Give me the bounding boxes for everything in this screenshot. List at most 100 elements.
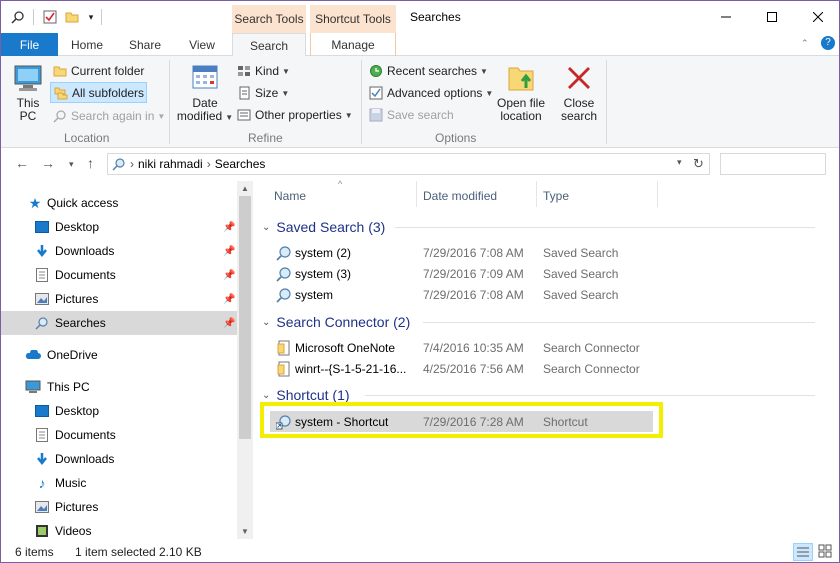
nav-searches[interactable]: Searches 📌 bbox=[1, 311, 237, 335]
nav-documents[interactable]: Documents 📌 bbox=[1, 263, 237, 287]
desktop-icon bbox=[34, 403, 50, 419]
help-icon[interactable]: ? bbox=[821, 36, 835, 50]
details-view-button[interactable] bbox=[793, 543, 813, 561]
column-type[interactable]: Type bbox=[543, 189, 569, 203]
nav-downloads[interactable]: Downloads 📌 bbox=[1, 239, 237, 263]
size-button[interactable]: Size ▼ bbox=[237, 83, 289, 103]
tab-share[interactable]: Share bbox=[119, 33, 171, 56]
new-folder-icon[interactable] bbox=[63, 7, 81, 27]
nav-this-pc[interactable]: This PC bbox=[1, 375, 237, 399]
recent-searches-icon bbox=[370, 65, 382, 77]
search-icon[interactable] bbox=[9, 7, 27, 27]
nav-pc-music[interactable]: ♪ Music bbox=[1, 471, 237, 495]
downloads-icon bbox=[34, 243, 50, 259]
group-header[interactable]: ⌄ Saved Search (3) bbox=[262, 219, 385, 235]
title-bar: ▾ Search Tools Shortcut Tools Searches bbox=[1, 1, 839, 33]
navigation-bar: ← → ▾ ↑ › niki rahmadi › Searches ▾ ↻ bbox=[1, 149, 839, 179]
large-icons-view-icon bbox=[818, 544, 832, 558]
all-subfolders-button[interactable]: All subfolders bbox=[50, 82, 147, 103]
nav-pc-desktop[interactable]: Desktop bbox=[1, 399, 237, 423]
group-header[interactable]: ⌄ Shortcut (1) bbox=[262, 387, 350, 403]
nav-pc-videos[interactable]: Videos bbox=[1, 519, 237, 539]
current-folder-button[interactable]: Current folder bbox=[53, 61, 149, 81]
shortcut-tools-context: Shortcut Tools bbox=[310, 5, 396, 33]
documents-icon bbox=[34, 427, 50, 443]
refresh-icon[interactable]: ↻ bbox=[693, 156, 704, 172]
table-row[interactable]: system (3) 7/29/2016 7:09 AM Saved Searc… bbox=[270, 263, 655, 284]
pin-icon[interactable]: 📌 bbox=[223, 318, 235, 329]
nav-pc-documents[interactable]: Documents bbox=[1, 423, 237, 447]
sort-arrow-icon: ^ bbox=[338, 179, 343, 189]
ribbon: This PC Current folder All subfolders Se… bbox=[1, 56, 839, 148]
table-row[interactable]: system 7/29/2016 7:08 AM Saved Search bbox=[270, 284, 655, 305]
tab-home[interactable]: Home bbox=[61, 33, 113, 56]
table-row[interactable]: Microsoft OneNote 7/4/2016 10:35 AM Sear… bbox=[270, 337, 655, 358]
nav-pictures[interactable]: Pictures 📌 bbox=[1, 287, 237, 311]
table-row[interactable]: system (2) 7/29/2016 7:08 AM Saved Searc… bbox=[270, 242, 655, 263]
advanced-options-button[interactable]: Advanced options ▼ bbox=[369, 83, 493, 103]
close-button[interactable] bbox=[795, 1, 839, 33]
date-modified-button[interactable]: Date modified ▼ bbox=[175, 62, 235, 124]
open-file-location-button[interactable]: Open file location bbox=[493, 62, 549, 123]
breadcrumb-searches[interactable]: Searches bbox=[215, 157, 266, 171]
breadcrumb-user[interactable]: niki rahmadi bbox=[138, 157, 203, 171]
this-pc-button[interactable]: This PC bbox=[9, 62, 47, 123]
pictures-icon bbox=[34, 499, 50, 515]
save-search-button[interactable]: Save search bbox=[369, 105, 454, 125]
size-icon bbox=[239, 86, 250, 100]
music-icon: ♪ bbox=[38, 475, 46, 491]
tab-file[interactable]: File bbox=[1, 33, 58, 56]
forward-arrow-icon[interactable]: → bbox=[41, 155, 55, 171]
collapse-chevron-icon: ⌄ bbox=[262, 389, 271, 401]
item-count: 6 items bbox=[15, 545, 54, 559]
pin-icon[interactable]: 📌 bbox=[223, 270, 235, 281]
nav-pc-pictures[interactable]: Pictures bbox=[1, 495, 237, 519]
kind-button[interactable]: Kind ▼ bbox=[237, 61, 290, 81]
recent-locations-icon[interactable]: ▾ bbox=[69, 159, 74, 170]
nav-onedrive[interactable]: OneDrive bbox=[1, 343, 237, 367]
column-name[interactable]: Name bbox=[274, 189, 306, 203]
saved-search-icon bbox=[276, 267, 291, 282]
other-properties-button[interactable]: Other properties ▼ bbox=[237, 105, 353, 125]
explorer-window: ▾ Search Tools Shortcut Tools Searches F… bbox=[0, 0, 840, 563]
address-bar[interactable]: › niki rahmadi › Searches ▾ ↻ bbox=[107, 153, 710, 175]
ribbon-tabs: File Home Share View Search Manage ⌃ ? bbox=[1, 33, 839, 57]
tab-manage[interactable]: Manage bbox=[310, 33, 396, 56]
nav-desktop[interactable]: Desktop 📌 bbox=[1, 215, 237, 239]
address-dropdown-icon[interactable]: ▾ bbox=[677, 157, 682, 168]
highlight-box bbox=[260, 402, 663, 438]
maximize-button[interactable] bbox=[749, 1, 795, 33]
nav-quick-access[interactable]: ★ Quick access bbox=[1, 191, 237, 215]
search-input[interactable] bbox=[720, 153, 826, 175]
group-location-label: Location bbox=[64, 131, 110, 145]
group-header[interactable]: ⌄ Search Connector (2) bbox=[262, 314, 410, 330]
recent-searches-button[interactable]: Recent searches ▼ bbox=[369, 61, 488, 81]
scroll-up-icon[interactable]: ▲ bbox=[241, 184, 249, 193]
open-location-icon bbox=[508, 67, 534, 91]
search-again-in-button[interactable]: Search again in ▼ bbox=[53, 106, 165, 126]
column-date-modified[interactable]: Date modified bbox=[423, 189, 497, 203]
advanced-options-icon bbox=[369, 86, 383, 100]
properties-icon[interactable] bbox=[41, 7, 59, 27]
collapse-ribbon-icon[interactable]: ⌃ bbox=[801, 38, 809, 49]
pin-icon[interactable]: 📌 bbox=[223, 222, 235, 233]
nav-scroll-thumb[interactable] bbox=[239, 196, 251, 439]
close-search-button[interactable]: Close search bbox=[557, 62, 601, 123]
large-icons-view-button[interactable] bbox=[816, 543, 836, 561]
save-icon bbox=[369, 108, 383, 122]
minimize-button[interactable] bbox=[703, 1, 749, 33]
tab-view[interactable]: View bbox=[177, 33, 227, 56]
back-arrow-icon[interactable]: ← bbox=[15, 155, 29, 171]
nav-pc-downloads[interactable]: Downloads bbox=[1, 447, 237, 471]
cloud-icon bbox=[25, 347, 41, 363]
scroll-down-icon[interactable]: ▼ bbox=[241, 527, 249, 536]
status-bar: 6 items 1 item selected 2.10 KB bbox=[1, 541, 839, 562]
videos-icon bbox=[34, 523, 50, 539]
pin-icon[interactable]: 📌 bbox=[223, 294, 235, 305]
pin-icon[interactable]: 📌 bbox=[223, 246, 235, 257]
up-arrow-icon[interactable]: ↑ bbox=[87, 155, 94, 171]
table-row[interactable]: winrt--{S-1-5-21-16... 4/25/2016 7:56 AM… bbox=[270, 358, 655, 379]
documents-icon bbox=[34, 267, 50, 283]
customize-toolbar-icon[interactable]: ▾ bbox=[85, 7, 97, 27]
tab-search[interactable]: Search bbox=[232, 33, 306, 57]
